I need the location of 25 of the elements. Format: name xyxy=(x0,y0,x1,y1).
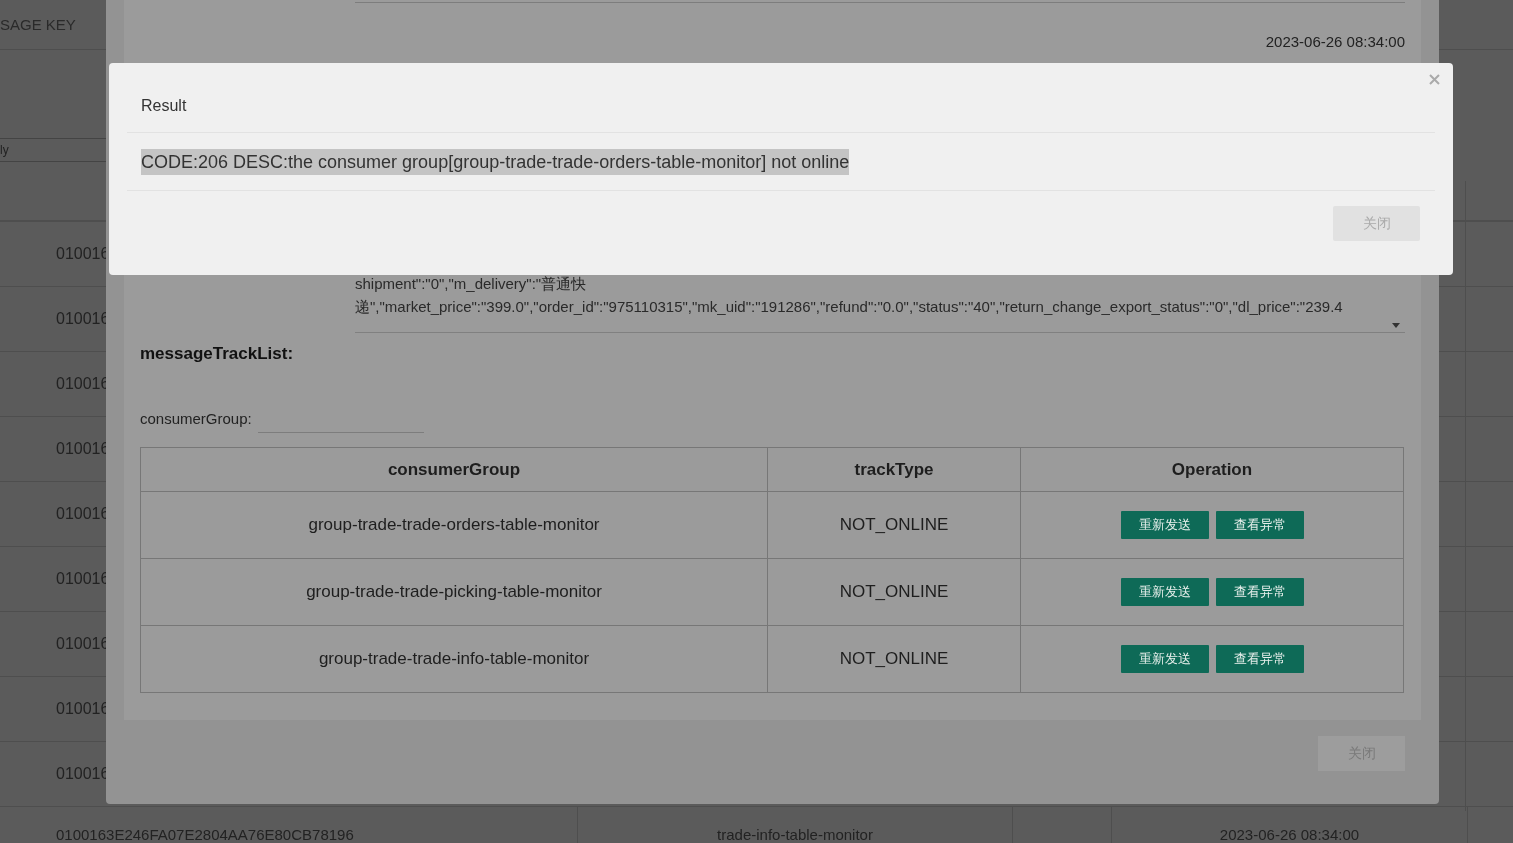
filter-label: consumerGroup: xyxy=(140,410,252,427)
column-header: Operation xyxy=(1020,447,1404,492)
action-button[interactable]: 查看异常 xyxy=(1215,578,1304,606)
table-cell: NOT_ONLINE xyxy=(767,625,1021,693)
table-cell: NOT_ONLINE xyxy=(767,558,1021,626)
section-title: messageTrackList: xyxy=(140,344,295,364)
dialog-title: Result xyxy=(127,63,1435,133)
table-cell: group-trade-trade-orders-table-monitor xyxy=(140,491,768,559)
result-message: CODE:206 DESC:the consumer group[group-trade-trade-orders-table-monitor] not online xyxy=(141,148,850,175)
table-cell: 0100163E246FA07E2804AA76E80CB78196 xyxy=(56,827,354,843)
action-button[interactable]: 查看异常 xyxy=(1215,645,1304,673)
table-cell: group-trade-trade-info-table-monitor xyxy=(140,625,768,693)
action-button[interactable]: 重新发送 xyxy=(1120,645,1209,673)
timestamp: 2023-06-26 08:34:00 xyxy=(1265,33,1405,50)
column-header: trackType xyxy=(767,447,1021,492)
action-button[interactable]: 重新发送 xyxy=(1120,511,1209,539)
action-button[interactable]: 查看异常 xyxy=(1215,511,1304,539)
action-button[interactable]: 重新发送 xyxy=(1120,578,1209,606)
table-cell: NOT_ONLINE xyxy=(767,491,1021,559)
scroll-down-icon[interactable] xyxy=(1392,323,1400,328)
table-cell: 2023-06-26 08:34:00 xyxy=(1219,827,1360,843)
table-cell: trade-info-table-monitor xyxy=(717,827,873,843)
close-icon[interactable] xyxy=(1429,74,1440,85)
table-cell: group-trade-trade-picking-table-monitor xyxy=(140,558,768,626)
column-header: consumerGroup xyxy=(140,447,768,492)
